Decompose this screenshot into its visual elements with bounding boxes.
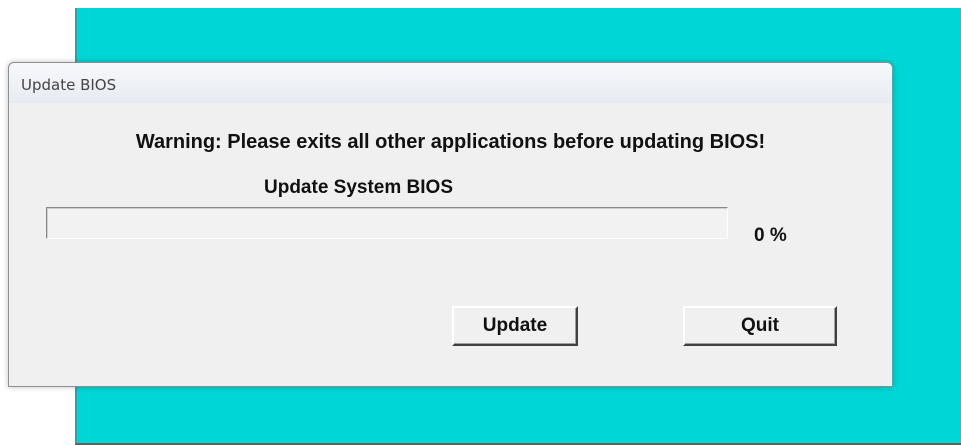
- quit-button[interactable]: Quit: [683, 306, 837, 346]
- progress-percent: 0 %: [754, 225, 787, 246]
- progress-label: Update System BIOS: [264, 177, 453, 198]
- progress-bar: [46, 207, 728, 239]
- update-bios-dialog: Update BIOS Warning: Please exits all ot…: [8, 62, 893, 387]
- title-bar[interactable]: Update BIOS: [9, 63, 892, 103]
- window-title: Update BIOS: [21, 76, 117, 94]
- dialog-body: Warning: Please exits all other applicat…: [12, 103, 889, 383]
- warning-message: Warning: Please exits all other applicat…: [135, 131, 766, 153]
- update-button[interactable]: Update: [452, 306, 578, 346]
